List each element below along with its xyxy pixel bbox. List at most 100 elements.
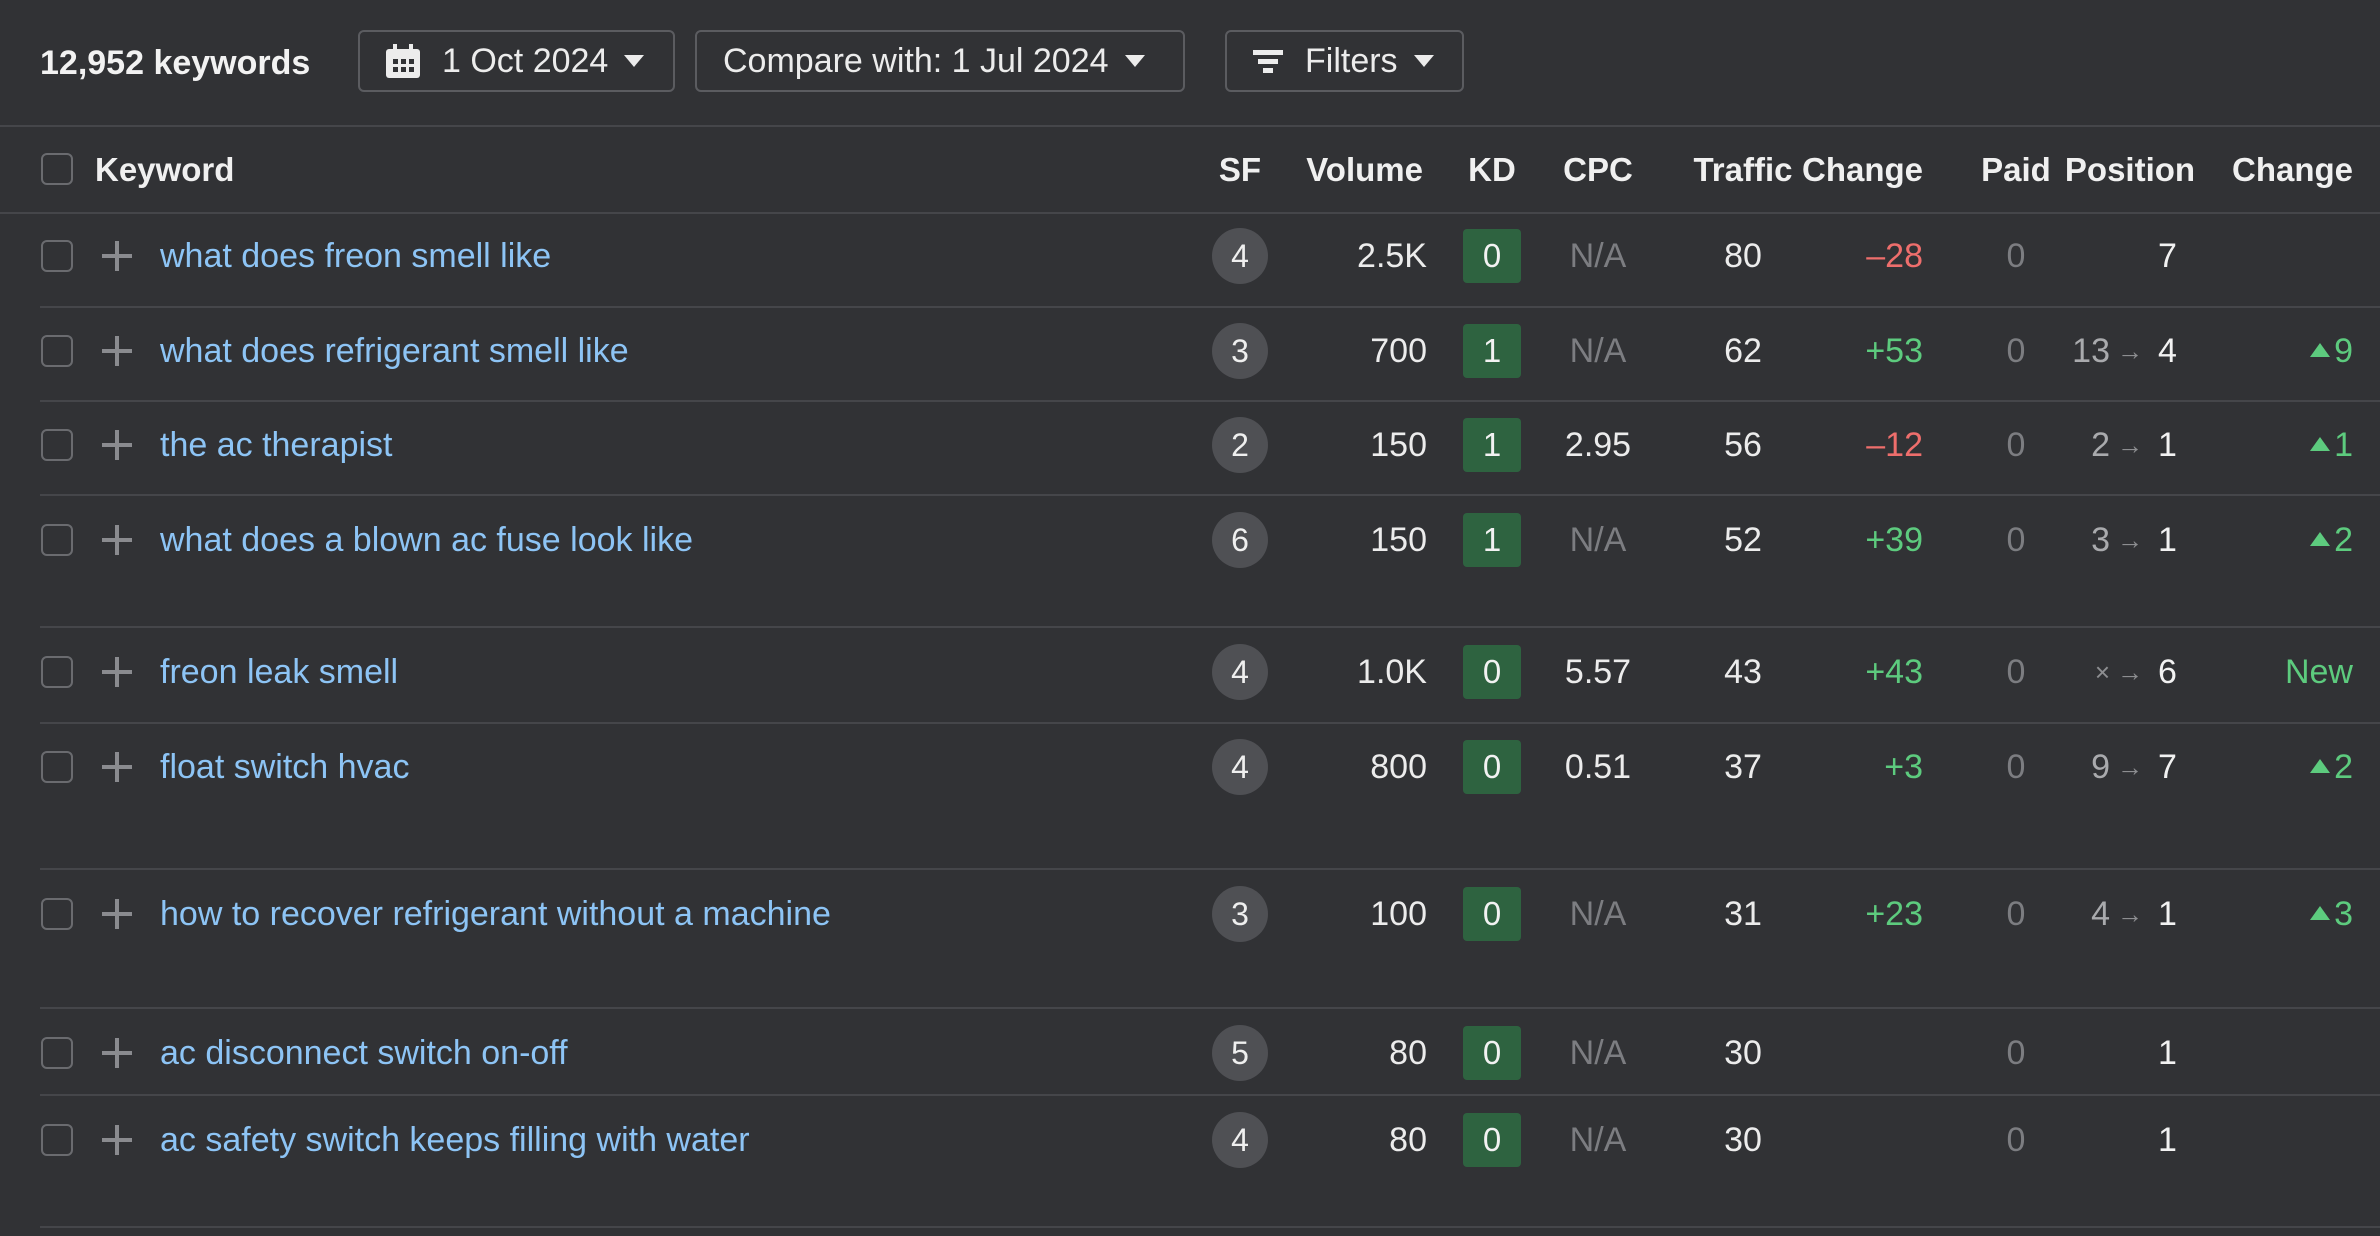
row-checkbox[interactable] <box>41 1124 73 1156</box>
calendar-icon <box>386 44 420 78</box>
row-checkbox[interactable] <box>41 429 73 461</box>
volume-value: 80 <box>1389 1121 1427 1159</box>
add-keyword-icon[interactable] <box>102 752 132 782</box>
column-header-kd[interactable]: KD <box>1452 127 1532 212</box>
position-from: 13 <box>2072 332 2110 370</box>
traffic-change-value: +23 <box>1865 895 1923 933</box>
table-row: ac disconnect switch on-off 5 80 0 N/A 3… <box>40 1009 2380 1096</box>
table-row: what does refrigerant smell like 3 700 1… <box>40 308 2380 402</box>
keyword-link[interactable]: what does refrigerant smell like <box>160 326 1160 376</box>
keyword-link[interactable]: what does a blown ac fuse look like <box>160 515 1160 565</box>
column-header-volume[interactable]: Volume <box>1290 127 1423 212</box>
serp-features-badge[interactable]: 4 <box>1212 644 1268 700</box>
filters-button[interactable]: Filters <box>1225 30 1464 92</box>
kd-badge: 1 <box>1463 324 1521 378</box>
position-from: 4 <box>2091 895 2110 933</box>
column-header-cpc[interactable]: CPC <box>1548 127 1648 212</box>
column-header-traffic-change[interactable]: Change <box>1780 127 1923 212</box>
cpc-value: N/A <box>1569 1121 1627 1159</box>
position-to: 1 <box>2158 426 2177 464</box>
cpc-value: N/A <box>1569 895 1627 933</box>
keyword-link[interactable]: ac safety switch keeps filling with wate… <box>160 1115 1160 1165</box>
serp-features-badge[interactable]: 2 <box>1212 417 1268 473</box>
keyword-link[interactable]: freon leak smell <box>160 647 1160 697</box>
serp-features-badge[interactable]: 4 <box>1212 739 1268 795</box>
keyword-link[interactable]: what does freon smell like <box>160 231 1160 281</box>
row-checkbox[interactable] <box>41 1037 73 1069</box>
column-header-position[interactable]: Position <box>2060 127 2200 212</box>
traffic-value: 62 <box>1724 332 1762 370</box>
serp-features-badge[interactable]: 4 <box>1212 228 1268 284</box>
column-header-keyword[interactable]: Keyword <box>95 127 234 212</box>
kd-badge: 0 <box>1463 229 1521 283</box>
row-checkbox[interactable] <box>41 335 73 367</box>
arrow-up-icon <box>2310 437 2331 452</box>
column-header-position-change[interactable]: Change <box>2200 127 2353 212</box>
traffic-value: 37 <box>1724 748 1762 786</box>
position-change-value: 1 <box>2220 420 2353 470</box>
volume-value: 2.5K <box>1357 237 1427 275</box>
column-header-sf[interactable]: SF <box>1200 127 1280 212</box>
kd-badge: 1 <box>1463 513 1521 567</box>
position-from: 3 <box>2091 521 2110 559</box>
row-checkbox[interactable] <box>41 240 73 272</box>
add-keyword-icon[interactable] <box>102 1125 132 1155</box>
arrow-up-icon <box>2310 532 2331 547</box>
row-checkbox[interactable] <box>41 656 73 688</box>
cpc-value: 0.51 <box>1564 748 1632 786</box>
traffic-value: 31 <box>1724 895 1762 933</box>
arrow-right-icon: → <box>2117 430 2143 460</box>
serp-features-badge[interactable]: 3 <box>1212 323 1268 379</box>
cpc-value: N/A <box>1569 1034 1627 1072</box>
row-checkbox[interactable] <box>41 751 73 783</box>
position-to: 7 <box>2158 748 2177 786</box>
arrow-right-icon <box>2116 231 2144 281</box>
serp-features-badge[interactable]: 4 <box>1212 1112 1268 1168</box>
add-keyword-icon[interactable] <box>102 1038 132 1068</box>
position-from: × <box>2094 657 2110 687</box>
table-row: float switch hvac 4 800 0 0.51 37 +3 0 9… <box>40 724 2380 870</box>
position-to: 1 <box>2158 895 2177 933</box>
keyword-link[interactable]: how to recover refrigerant without a mac… <box>160 889 1160 939</box>
volume-value: 800 <box>1370 748 1427 786</box>
add-keyword-icon[interactable] <box>102 899 132 929</box>
row-checkbox[interactable] <box>41 898 73 930</box>
traffic-change-value: –28 <box>1866 237 1923 275</box>
kd-badge: 1 <box>1463 418 1521 472</box>
position-change-value: 9 <box>2220 326 2353 376</box>
traffic-value: 80 <box>1724 237 1762 275</box>
serp-features-badge[interactable]: 3 <box>1212 886 1268 942</box>
arrow-right-icon <box>2116 1115 2144 1165</box>
position-from: 9 <box>2091 748 2110 786</box>
traffic-value: 52 <box>1724 521 1762 559</box>
add-keyword-icon[interactable] <box>102 336 132 366</box>
table-row: what does freon smell like 4 2.5K 0 N/A … <box>40 213 2380 308</box>
add-keyword-icon[interactable] <box>102 241 132 271</box>
date-picker-button[interactable]: 1 Oct 2024 <box>358 30 675 92</box>
keyword-count: 12,952 keywords <box>40 44 311 82</box>
position-change-value <box>2220 231 2353 281</box>
serp-features-badge[interactable]: 5 <box>1212 1025 1268 1081</box>
compare-date-button[interactable]: Compare with: 1 Jul 2024 <box>695 30 1185 92</box>
volume-value: 100 <box>1370 895 1427 933</box>
position-change-value <box>2220 1115 2353 1165</box>
volume-value: 700 <box>1370 332 1427 370</box>
serp-features-badge[interactable]: 6 <box>1212 512 1268 568</box>
arrow-right-icon: → <box>2117 752 2143 782</box>
add-keyword-icon[interactable] <box>102 525 132 555</box>
add-keyword-icon[interactable] <box>102 657 132 687</box>
keyword-link[interactable]: float switch hvac <box>160 742 1160 792</box>
row-checkbox[interactable] <box>41 524 73 556</box>
add-keyword-icon[interactable] <box>102 430 132 460</box>
select-all-checkbox[interactable] <box>41 153 73 185</box>
keyword-link[interactable]: the ac therapist <box>160 420 1160 470</box>
traffic-value: 56 <box>1724 426 1762 464</box>
position-to: 1 <box>2158 521 2177 559</box>
volume-value: 1.0K <box>1357 653 1427 691</box>
traffic-change-value: +53 <box>1865 332 1923 370</box>
caret-down-icon <box>624 55 645 67</box>
column-header-paid[interactable]: Paid <box>1956 127 2076 212</box>
caret-down-icon <box>1124 55 1145 67</box>
keyword-link[interactable]: ac disconnect switch on-off <box>160 1028 1160 1078</box>
arrow-right-icon: → <box>2117 899 2143 929</box>
